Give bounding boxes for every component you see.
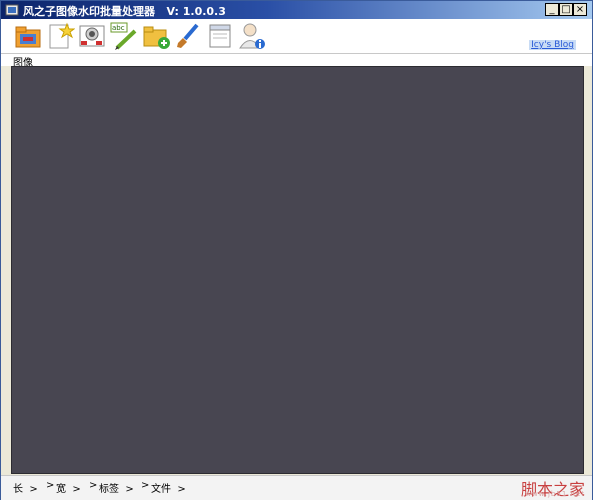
- status-separator: >: [46, 480, 55, 491]
- status-separator: >: [141, 480, 150, 491]
- site-watermark-url: www.jb51.net: [525, 490, 585, 498]
- brush-icon[interactable]: [173, 21, 203, 51]
- status-bar: 长 > > 宽 > > 标签 > > 文件 >: [1, 475, 592, 500]
- text-abc-icon[interactable]: abc: [109, 21, 139, 51]
- app-icon: [5, 4, 19, 16]
- user-info-icon[interactable]: [237, 21, 267, 51]
- status-separator: >: [89, 480, 98, 491]
- status-length: 长 >: [13, 484, 38, 495]
- window-icon[interactable]: [205, 21, 235, 51]
- maximize-button[interactable]: □: [559, 3, 573, 16]
- add-folder-icon[interactable]: [141, 21, 171, 51]
- title-bar[interactable]: 风之子图像水印批量处理器 V: 1.0.0.3 _ □ ×: [1, 1, 592, 19]
- app-window: 风之子图像水印批量处理器 V: 1.0.0.3 _ □ × abc Icy's …: [0, 0, 593, 500]
- blog-link[interactable]: Icy's Blog: [529, 40, 576, 50]
- new-image-icon[interactable]: [45, 21, 75, 51]
- minimize-button[interactable]: _: [545, 3, 559, 16]
- open-folder-icon[interactable]: [13, 21, 43, 51]
- close-button[interactable]: ×: [573, 3, 587, 16]
- status-file: 文件 >: [151, 484, 186, 495]
- toolbar: abc Icy's Blog: [1, 19, 592, 53]
- svg-text:abc: abc: [112, 24, 125, 32]
- status-tag: 标签 >: [99, 484, 134, 495]
- image-canvas[interactable]: [11, 66, 584, 474]
- status-width: 宽 >: [56, 484, 81, 495]
- watermark-icon[interactable]: [77, 21, 107, 51]
- window-title: 风之子图像水印批量处理器 V: 1.0.0.3: [23, 5, 226, 18]
- tab-bar: 图像: [1, 53, 592, 69]
